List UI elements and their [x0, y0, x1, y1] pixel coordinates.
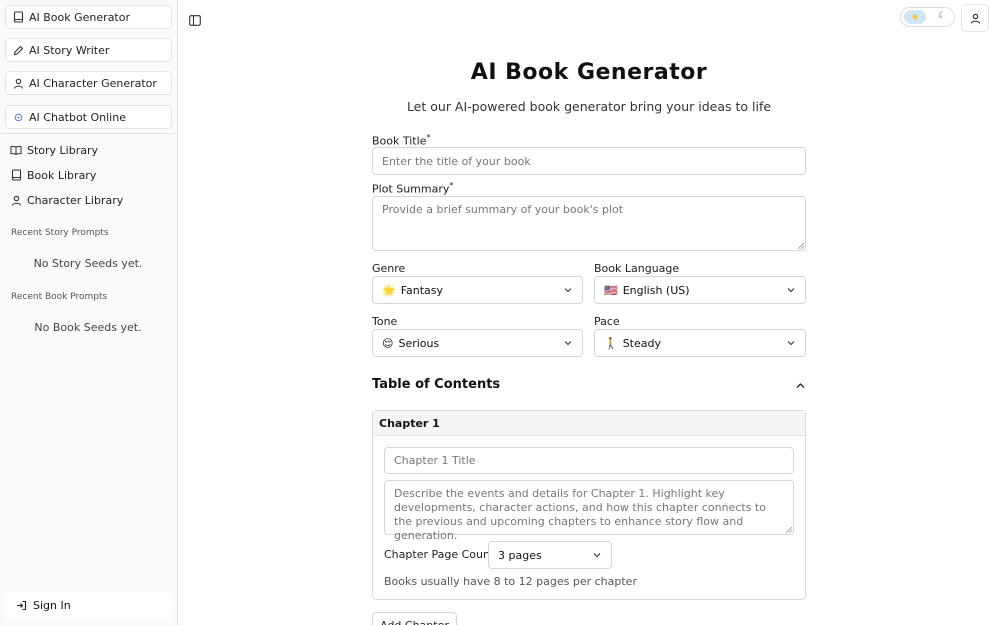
- recent-story-prompts-heading: Recent Story Prompts: [11, 228, 109, 238]
- chevron-down-icon: [787, 288, 795, 293]
- sign-in-button[interactable]: Sign In: [5, 592, 172, 619]
- book-library-label: Book Library: [27, 168, 97, 182]
- ai-character-generator-button[interactable]: AI Character Generator: [5, 71, 172, 95]
- pencil-icon: [12, 44, 24, 56]
- walking-person-icon: 🚶: [604, 336, 618, 350]
- chevron-down-icon: [593, 553, 601, 558]
- sign-in-icon: [16, 600, 27, 611]
- recent-book-prompts-heading: Recent Book Prompts: [11, 292, 108, 302]
- moon-icon: ☾: [938, 11, 947, 21]
- sidebar-item-book-library[interactable]: Book Library: [10, 165, 96, 185]
- pace-select[interactable]: 🚶 Steady: [594, 329, 806, 357]
- sign-in-label: Sign In: [33, 599, 71, 612]
- book-icon: [12, 11, 24, 23]
- sun-icon: [904, 10, 926, 24]
- chatbot-icon: [12, 111, 24, 123]
- table-of-contents-heading: Table of Contents: [372, 377, 501, 392]
- book-title-label: Book Title*: [372, 133, 431, 148]
- chapter-heading: Chapter 1: [373, 411, 805, 436]
- open-book-icon: [10, 144, 22, 156]
- genre-label: Genre: [372, 262, 406, 275]
- sidebar-divider: [0, 133, 178, 134]
- genre-select[interactable]: 🌟 Fantasy: [372, 276, 583, 304]
- book-title-input[interactable]: Enter the title of your book: [372, 147, 806, 175]
- recent-book-empty-text: No Book Seeds yet.: [34, 321, 142, 334]
- user-icon: [970, 9, 981, 28]
- character-library-label: Character Library: [27, 193, 124, 207]
- user-icon: [10, 194, 22, 206]
- plot-summary-textarea[interactable]: Provide a brief summary of your book's p…: [372, 196, 806, 251]
- ai-story-writer-button[interactable]: AI Story Writer: [5, 38, 172, 62]
- sidebar: AI Book Generator AI Story Writer AI Cha…: [0, 0, 178, 625]
- toc-collapse-button[interactable]: [794, 380, 806, 390]
- theme-toggle[interactable]: ☾: [900, 7, 955, 27]
- tone-value: Serious: [398, 336, 440, 350]
- chevron-up-icon: [796, 382, 804, 388]
- required-marker: *: [426, 133, 431, 142]
- required-marker: *: [449, 181, 454, 190]
- chapter-page-count-value: 3 pages: [498, 548, 542, 562]
- chapter-page-hint: Books usually have 8 to 12 pages per cha…: [384, 575, 637, 588]
- chapter-description-placeholder: Describe the events and details for Chap…: [394, 487, 766, 542]
- chapter-page-count-select[interactable]: 3 pages: [488, 541, 612, 569]
- ai-book-generator-label: AI Book Generator: [29, 10, 130, 24]
- chevron-down-icon: [564, 341, 572, 346]
- tone-label: Tone: [372, 315, 398, 328]
- ai-chatbot-online-button[interactable]: AI Chatbot Online: [5, 105, 172, 129]
- genre-value: Fantasy: [400, 283, 444, 297]
- resize-handle-icon: [786, 527, 792, 533]
- sidebar-item-story-library[interactable]: Story Library: [10, 140, 98, 160]
- pace-value: Steady: [622, 336, 661, 350]
- sparkle-star-icon: 🌟: [382, 283, 396, 297]
- book-language-select[interactable]: 🇺🇸 English (US): [594, 276, 806, 304]
- book-icon: [10, 169, 22, 181]
- chevron-down-icon: [787, 341, 795, 346]
- ai-character-generator-label: AI Character Generator: [29, 76, 157, 90]
- pace-label: Pace: [594, 315, 620, 328]
- chapter-page-count-label: Chapter Page Count: [384, 548, 495, 561]
- user-icon: [12, 77, 24, 89]
- relieved-face-icon: 😌: [382, 336, 394, 350]
- toggle-sidebar-button[interactable]: [188, 13, 202, 27]
- book-language-value: English (US): [622, 283, 690, 297]
- add-chapter-button[interactable]: Add Chapter: [372, 612, 457, 625]
- chevron-down-icon: [564, 288, 572, 293]
- book-language-label: Book Language: [594, 262, 680, 275]
- tone-select[interactable]: 😌 Serious: [372, 329, 583, 357]
- plot-summary-label: Plot Summary*: [372, 181, 454, 196]
- ai-story-writer-label: AI Story Writer: [29, 43, 110, 57]
- plot-summary-placeholder: Provide a brief summary of your book's p…: [382, 203, 624, 216]
- us-flag-icon: 🇺🇸: [604, 283, 618, 297]
- chapter-title-input[interactable]: Chapter 1 Title: [384, 447, 794, 474]
- page-subtitle: Let our AI-powered book generator bring …: [406, 99, 772, 114]
- page-title: AI Book Generator: [470, 60, 708, 85]
- ai-book-generator-button[interactable]: AI Book Generator: [5, 5, 172, 29]
- sidebar-toggle-icon: [189, 11, 201, 30]
- story-library-label: Story Library: [27, 143, 99, 157]
- user-account-button[interactable]: [961, 4, 989, 32]
- resize-handle-icon: [798, 243, 804, 249]
- chapter-description-textarea[interactable]: Describe the events and details for Chap…: [384, 480, 794, 542]
- ai-chatbot-online-label: AI Chatbot Online: [29, 110, 126, 124]
- recent-story-empty-text: No Story Seeds yet.: [33, 257, 143, 270]
- sidebar-item-character-library[interactable]: Character Library: [10, 190, 123, 210]
